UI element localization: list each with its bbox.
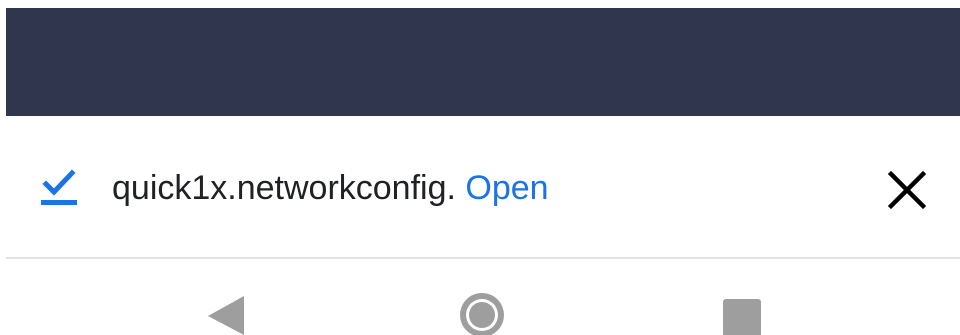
app-toolbar (6, 8, 960, 116)
check-underline-icon (41, 169, 77, 205)
recents-square-icon[interactable] (722, 298, 762, 335)
home-circle-icon[interactable] (456, 292, 508, 335)
downloaded-file-name: quick1x.networkconfig. (112, 169, 456, 207)
close-icon[interactable] (882, 165, 932, 215)
status-bar-strip (0, 0, 960, 8)
download-message: quick1x.networkconfig. Open (112, 164, 549, 212)
open-file-link[interactable]: Open (465, 169, 548, 207)
back-triangle-icon[interactable] (206, 296, 246, 335)
